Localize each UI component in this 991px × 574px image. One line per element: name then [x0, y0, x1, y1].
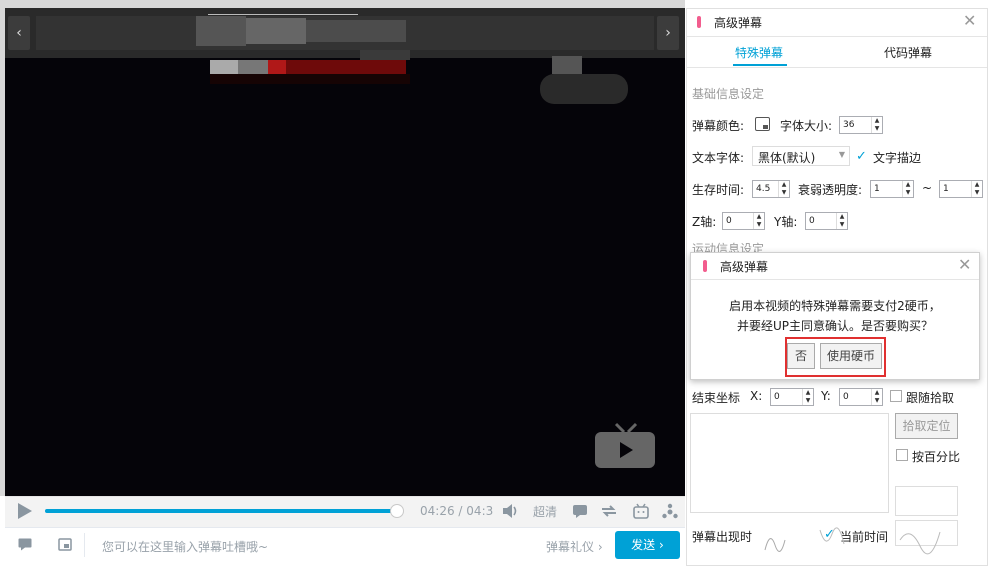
progress-fill: [45, 509, 403, 513]
settings-button[interactable]: [661, 503, 679, 524]
quality-button[interactable]: 超清: [533, 503, 557, 520]
dialog-close-icon[interactable]: ✕: [958, 255, 971, 274]
danmaku-input[interactable]: 您可以在这里输入弹幕吐槽哦~: [102, 538, 268, 555]
danmaku-style-button[interactable]: [18, 538, 32, 554]
color-picker[interactable]: [755, 117, 770, 131]
stroke-checkbox[interactable]: ✓: [856, 149, 867, 164]
color-swatch-icon: [763, 125, 768, 129]
end-x-input[interactable]: 0 ▲ ▼: [770, 388, 814, 406]
scribble-artifact: [764, 527, 941, 555]
y-axis-input[interactable]: 0 ▲ ▼: [805, 212, 848, 230]
fade-to-input[interactable]: 1 ▲ ▼: [939, 180, 983, 198]
settings-icon: [662, 503, 678, 519]
bilibili-button[interactable]: [633, 503, 649, 522]
section-basic-heading: 基础信息设定: [692, 87, 765, 101]
fade-from-input[interactable]: 1 ▲ ▼: [870, 180, 914, 198]
path-preview-area[interactable]: [690, 413, 889, 513]
follow-checkbox[interactable]: [890, 390, 902, 402]
bilibili-tv-icon: [594, 422, 656, 470]
bilibili-small-icon: [633, 503, 649, 519]
danmaku-icon: [573, 505, 587, 518]
progress-handle[interactable]: [390, 504, 404, 518]
z-axis-label: Z轴:: [692, 215, 717, 229]
spinner-arrows[interactable]: ▲ ▼: [871, 389, 882, 405]
volume-button[interactable]: [502, 503, 520, 522]
highlight-box: [785, 337, 886, 377]
chevron-down-icon: ▼: [838, 150, 845, 159]
chevron-left-icon: ‹: [16, 25, 22, 41]
lifetime-label: 生存时间:: [692, 183, 745, 197]
panel-title: 高级弹幕: [714, 16, 763, 30]
chevron-right-icon: ›: [665, 25, 671, 41]
spinner-arrows[interactable]: ▲ ▼: [778, 181, 789, 197]
spinner-arrows[interactable]: ▲ ▼: [753, 213, 764, 229]
fade-label: 衰弱透明度:: [798, 183, 863, 197]
comment-icon: [18, 538, 32, 551]
advanced-icon: [58, 538, 72, 551]
dialog-message: 启用本视频的特殊弹幕需要支付2硬币， 并要经UP主同意确认。是否要购买？: [729, 299, 941, 333]
appear-time-label: 弹幕出现时: [692, 530, 753, 544]
font-family-select[interactable]: 黑体(默认) ▼: [752, 146, 850, 166]
send-button[interactable]: 发送 ›: [615, 531, 680, 559]
end-y-label: Y:: [821, 389, 831, 403]
close-icon[interactable]: ✕: [963, 11, 976, 30]
spinner-arrows[interactable]: ▲ ▼: [802, 389, 813, 405]
stroke-label: 文字描边: [873, 151, 922, 165]
time-display: 04:26 / 04:3: [420, 504, 494, 518]
z-axis-input[interactable]: 0 ▲ ▼: [722, 212, 765, 230]
lifetime-input[interactable]: 4.5 ▲ ▼: [752, 180, 790, 198]
font-size-input[interactable]: 36 ▲ ▼: [839, 116, 883, 134]
spinner-arrows[interactable]: ▲ ▼: [836, 213, 847, 229]
danmaku-toggle[interactable]: [572, 504, 588, 521]
spinner-arrows[interactable]: ▲ ▼: [902, 181, 913, 197]
divider: [687, 36, 987, 37]
percent-label: 按百分比: [912, 450, 961, 464]
dialog-title-marker: [703, 260, 707, 272]
color-label: 弹幕颜色:: [692, 119, 745, 133]
pick-position-button[interactable]: 拾取定位: [895, 413, 958, 439]
end-coord-label: 结束坐标: [692, 391, 741, 405]
font-size-label: 字体大小:: [780, 119, 833, 133]
percent-checkbox[interactable]: [896, 449, 908, 461]
font-family-label: 文本字体:: [692, 151, 745, 165]
tab-special-danmaku[interactable]: 特殊弹幕: [735, 44, 783, 61]
divider: [687, 67, 987, 68]
play-button[interactable]: [16, 502, 34, 523]
prev-button[interactable]: ‹: [8, 16, 30, 50]
spinner-arrows[interactable]: ▲ ▼: [871, 117, 882, 133]
fade-separator: ~: [922, 181, 933, 195]
active-tab-indicator: [733, 64, 787, 66]
advanced-danmaku-button[interactable]: [58, 538, 72, 554]
danmaku-etiquette-link[interactable]: 弹幕礼仪 ›: [546, 538, 603, 555]
y-axis-label: Y轴:: [774, 215, 798, 229]
next-button[interactable]: ›: [657, 16, 679, 50]
tab-code-danmaku[interactable]: 代码弹幕: [884, 44, 932, 61]
play-icon: [18, 503, 32, 519]
dialog-title: 高级弹幕: [720, 260, 769, 274]
panel-title-marker: [697, 16, 701, 28]
spinner-arrows[interactable]: ▲ ▼: [971, 181, 982, 197]
loop-icon: [602, 505, 616, 517]
end-x-label: X:: [750, 389, 763, 403]
follow-label: 跟随拾取: [906, 391, 955, 405]
panel-button-box[interactable]: [895, 486, 958, 516]
volume-icon: [503, 504, 517, 518]
divider: [691, 279, 979, 280]
end-y-input[interactable]: 0 ▲ ▼: [839, 388, 883, 406]
loop-button[interactable]: [600, 503, 618, 522]
